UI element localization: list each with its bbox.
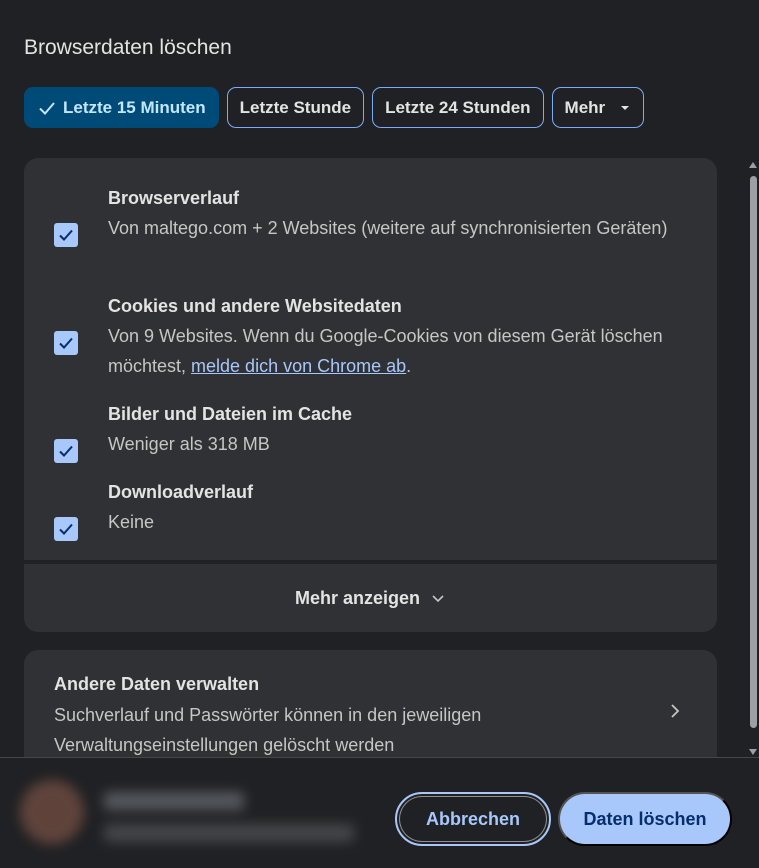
other-data-description: Suchverlauf und Passwörter können in den… [54,705,482,755]
checkbox-download-history[interactable] [54,517,78,541]
show-more-button[interactable]: Mehr anzeigen [24,564,717,632]
chip-last-24-hours[interactable]: Letzte 24 Stunden [372,87,544,128]
chip-more-dropdown[interactable]: Mehr [551,87,645,128]
chip-last-hour[interactable]: Letzte Stunde [226,87,365,128]
check-icon [59,229,73,241]
item-description: Keine [108,512,155,532]
item-description: Weniger als 318 MB [108,434,270,454]
item-description: Von maltego.com + 2 Websites (weitere au… [108,218,668,238]
sign-out-link[interactable]: melde dich von Chrome ab [191,356,406,376]
scroll-down-arrow[interactable] [749,749,757,755]
scrollbar[interactable] [748,160,759,757]
checkbox-cookies[interactable] [54,331,78,355]
caret-down-icon [619,102,631,114]
manage-other-data-row[interactable]: Andere Daten verwalten Suchverlauf und P… [24,650,717,757]
item-title: Bilder und Dateien im Cache [108,404,353,424]
data-types-card: Browserverlauf Von maltego.com + 2 Websi… [24,158,717,560]
avatar [20,780,84,844]
dialog-scroll-area[interactable]: Browserverlauf Von maltego.com + 2 Websi… [0,150,759,757]
check-icon [37,98,57,118]
other-data-title: Andere Daten verwalten [54,674,260,694]
chip-label: Letzte 24 Stunden [385,97,531,117]
scrollbar-thumb[interactable] [750,176,757,728]
item-description-text-end: . [406,356,412,376]
show-more-label: Mehr anzeigen [294,587,421,608]
chevron-down-icon [432,595,444,603]
check-icon [59,523,73,535]
time-range-chips: Letzte 15 Minuten Letzte Stunde Letzte 2… [24,87,645,128]
dialog-title: Browserdaten löschen [24,36,232,59]
chip-label: Letzte Stunde [239,97,352,117]
check-icon [59,445,73,457]
check-icon [59,337,73,349]
checkbox-cache[interactable] [54,439,78,463]
item-title: Cookies und andere Websitedaten [108,296,402,316]
chip-label: Mehr [564,97,606,117]
chevron-right-icon [671,704,680,718]
item-title: Downloadverlauf [108,482,254,502]
scroll-up-arrow[interactable] [749,162,757,168]
chip-label: Letzte 15 Minuten [63,97,206,117]
item-description: Von 9 Websites. Wenn du Google-Cookies v… [108,321,688,381]
clear-data-button[interactable]: Daten löschen [558,792,732,846]
account-name-placeholder [104,792,244,810]
checkbox-browsing-history[interactable] [54,223,78,247]
item-title: Browserverlauf [108,188,240,208]
account-info-blurred [20,780,365,860]
chip-last-15-minutes[interactable]: Letzte 15 Minuten [24,87,219,128]
account-email-placeholder [104,824,354,842]
cancel-button[interactable]: Abbrechen [395,792,551,846]
clear-browsing-data-dialog: Browserdaten löschen Letzte 15 Minuten L… [0,0,759,868]
dialog-footer: Abbrechen Daten löschen [0,757,759,868]
